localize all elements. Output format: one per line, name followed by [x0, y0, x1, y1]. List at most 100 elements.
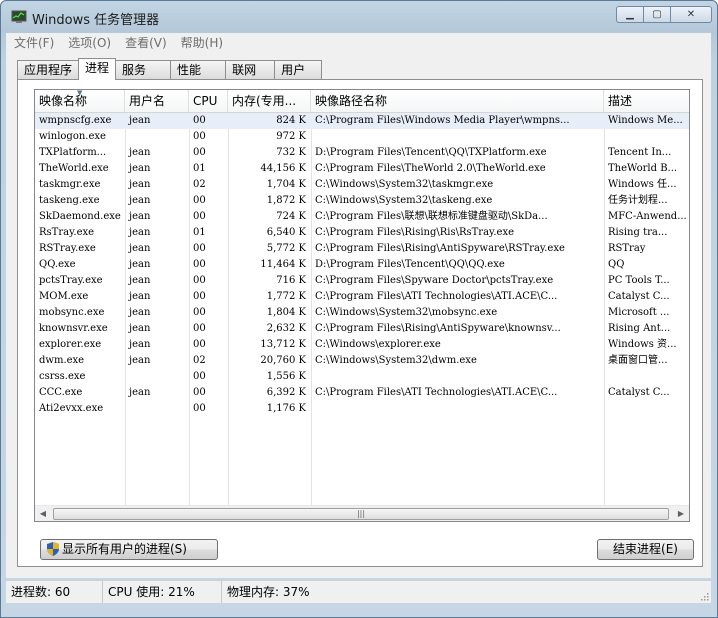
- col-description[interactable]: 描述: [604, 90, 689, 112]
- cell-image-name: knownsvr.exe: [39, 323, 108, 334]
- process-list[interactable]: 映像名称 ▼ 用户名 CPU 内存(专用... 映像路径名称 描述 wmpnsc…: [34, 89, 690, 522]
- cell-image-name: taskmgr.exe: [39, 179, 101, 190]
- end-process-label: 结束进程(E): [613, 542, 678, 556]
- table-row[interactable]: wmpnscfg.exe jean 00 824 K C:\Program Files\…: [35, 113, 689, 129]
- menu-view[interactable]: 查看(V): [125, 34, 167, 51]
- show-all-users-label: 显示所有用户的进程(S): [62, 542, 187, 556]
- cell-memory: 13,712 K: [260, 339, 306, 350]
- menu-options[interactable]: 选项(O): [68, 34, 111, 51]
- tab-processes[interactable]: 进程: [78, 58, 117, 80]
- cell-image-name: RSTray.exe: [39, 243, 96, 254]
- table-row[interactable]: TheWorld.exe jean 01 44,156 K C:\Program Fil…: [35, 161, 689, 177]
- task-manager-icon: [11, 10, 27, 23]
- status-process-count: 进程数: 60: [6, 581, 103, 603]
- show-all-users-processes-button[interactable]: 显示所有用户的进程(S): [40, 539, 218, 560]
- col-memory[interactable]: 内存(专用...: [228, 90, 311, 112]
- cell-cpu: 02: [193, 179, 206, 190]
- window-title: Windows 任务管理器: [32, 13, 160, 28]
- cell-description: Tencent In...: [608, 147, 672, 158]
- cell-cpu: 00: [193, 195, 206, 206]
- status-physical-memory: 物理内存: 37%: [227, 585, 310, 599]
- title-bar[interactable]: Windows 任务管理器 ▁ ▢ ✕: [1, 1, 717, 33]
- cell-cpu: 00: [193, 131, 206, 142]
- tab-performance[interactable]: 性能: [170, 60, 227, 79]
- table-row[interactable]: mobsync.exe jean 00 1,804 K C:\Windows\Syste…: [35, 305, 689, 321]
- cell-cpu: 00: [193, 403, 206, 414]
- cell-memory: 6,540 K: [266, 227, 306, 238]
- close-icon: ✕: [686, 9, 696, 20]
- table-row[interactable]: taskmgr.exe jean 02 1,704 K C:\Windows\Syste…: [35, 177, 689, 193]
- cell-memory: 972 K: [276, 131, 306, 142]
- table-row[interactable]: CCC.exe jean 00 6,392 K C:\Program Files\ATI…: [35, 385, 689, 401]
- cell-cpu: 00: [193, 243, 206, 254]
- table-row[interactable]: RSTray.exe jean 00 5,772 K C:\Program Files\…: [35, 241, 689, 257]
- cell-memory: 824 K: [276, 115, 306, 126]
- col-image-path[interactable]: 映像路径名称: [311, 90, 604, 112]
- cell-user-name: jean: [129, 387, 151, 398]
- cell-user-name: jean: [129, 179, 151, 190]
- cell-image-path: C:\Program Files\ATI Technologies\ATI.AC…: [315, 387, 558, 398]
- cell-description: [604, 369, 689, 385]
- cell-cpu: 00: [193, 371, 206, 382]
- menu-help[interactable]: 帮助(H): [181, 34, 223, 51]
- table-row[interactable]: winlogon.exe 00 972 K: [35, 129, 689, 145]
- tab-users[interactable]: 用户: [274, 60, 323, 79]
- table-row[interactable]: MOM.exe jean 00 1,772 K C:\Program Files\ATI…: [35, 289, 689, 305]
- scroll-right-icon[interactable]: ▶: [673, 506, 689, 521]
- cell-image-path: C:\Program Files\ATI Technologies\ATI.AC…: [315, 291, 558, 302]
- cell-description: Windows 资...: [608, 339, 677, 350]
- close-button[interactable]: ✕: [671, 6, 712, 23]
- cell-cpu: 00: [193, 259, 206, 270]
- col-cpu[interactable]: CPU: [189, 90, 228, 112]
- table-row[interactable]: explorer.exe jean 00 13,712 K C:\Windows\exp…: [35, 337, 689, 353]
- horizontal-scrollbar[interactable]: ◀ ||| ▶: [35, 505, 689, 521]
- cell-image-path: C:\Program Files\Rising\AntiSpyware\RSTr…: [315, 243, 565, 254]
- cell-image-name: MOM.exe: [39, 291, 89, 302]
- cell-image-path: D:\Program Files\Tencent\QQ\TXPlatform.e…: [315, 147, 547, 158]
- cell-image-name: TXPlatform...: [39, 147, 107, 158]
- cell-user-name: jean: [129, 323, 151, 334]
- end-process-button[interactable]: 结束进程(E): [597, 539, 694, 560]
- size-grip-icon[interactable]: [699, 591, 709, 601]
- table-row[interactable]: dwm.exe jean 02 20,760 K C:\Windows\System32…: [35, 353, 689, 369]
- table-row[interactable]: Ati2evxx.exe 00 1,176 K: [35, 401, 689, 417]
- cell-user-name: [125, 401, 189, 417]
- table-row[interactable]: QQ.exe jean 00 11,464 K D:\Program Files\Ten…: [35, 257, 689, 273]
- cell-memory: 20,760 K: [260, 355, 306, 366]
- table-row[interactable]: csrss.exe 00 1,556 K: [35, 369, 689, 385]
- cell-user-name: jean: [129, 211, 151, 222]
- table-row[interactable]: SkDaemond.exe jean 00 724 K C:\Program Files…: [35, 209, 689, 225]
- tab-networking[interactable]: 联网: [225, 60, 276, 79]
- maximize-icon: ▢: [652, 9, 662, 20]
- sort-arrow-icon: ▼: [77, 89, 83, 97]
- cell-description: TheWorld B...: [608, 163, 678, 174]
- menu-file[interactable]: 文件(F): [14, 34, 54, 51]
- task-manager-window: Windows 任务管理器 ▁ ▢ ✕ 文件(F) 选项(O) 查看(V) 帮助…: [0, 0, 718, 618]
- cell-user-name: jean: [129, 163, 151, 174]
- table-row[interactable]: knownsvr.exe jean 00 2,632 K C:\Program File…: [35, 321, 689, 337]
- cell-image-name: csrss.exe: [39, 371, 86, 382]
- minimize-button[interactable]: ▁: [616, 6, 644, 23]
- cell-cpu: 00: [193, 291, 206, 302]
- table-row[interactable]: pctsTray.exe jean 00 716 K C:\Program Files\…: [35, 273, 689, 289]
- uac-shield-icon: [47, 542, 59, 556]
- table-row[interactable]: TXPlatform... jean 00 732 K D:\Program Files…: [35, 145, 689, 161]
- cell-image-path: C:\Program Files\Spyware Doctor\pctsTray…: [315, 275, 554, 286]
- cell-image-path: C:\Windows\System32\dwm.exe: [315, 355, 477, 366]
- cell-cpu: 02: [193, 355, 206, 366]
- scroll-left-icon[interactable]: ◀: [35, 506, 51, 521]
- maximize-button[interactable]: ▢: [644, 6, 671, 23]
- cell-image-name: winlogon.exe: [39, 131, 106, 142]
- tab-applications[interactable]: 应用程序: [17, 60, 80, 79]
- table-row[interactable]: taskeng.exe jean 00 1,872 K C:\Windows\Syste…: [35, 193, 689, 209]
- tab-services[interactable]: 服务: [115, 60, 172, 79]
- scroll-thumb[interactable]: |||: [53, 508, 669, 520]
- process-rows: wmpnscfg.exe jean 00 824 K C:\Program Files\…: [35, 113, 689, 417]
- cell-memory: 1,176 K: [266, 403, 306, 414]
- cell-image-name: taskeng.exe: [39, 195, 100, 206]
- cell-memory: 1,556 K: [266, 371, 306, 382]
- client-area: 应用程序 进程 服务 性能 联网 用户 映像名称 ▼ 用户名 CPU 内存(专用…: [6, 51, 711, 578]
- table-row[interactable]: RsTray.exe jean 01 6,540 K C:\Program Files\…: [35, 225, 689, 241]
- cell-description: Windows Me...: [608, 115, 683, 126]
- col-user-name[interactable]: 用户名: [125, 90, 189, 112]
